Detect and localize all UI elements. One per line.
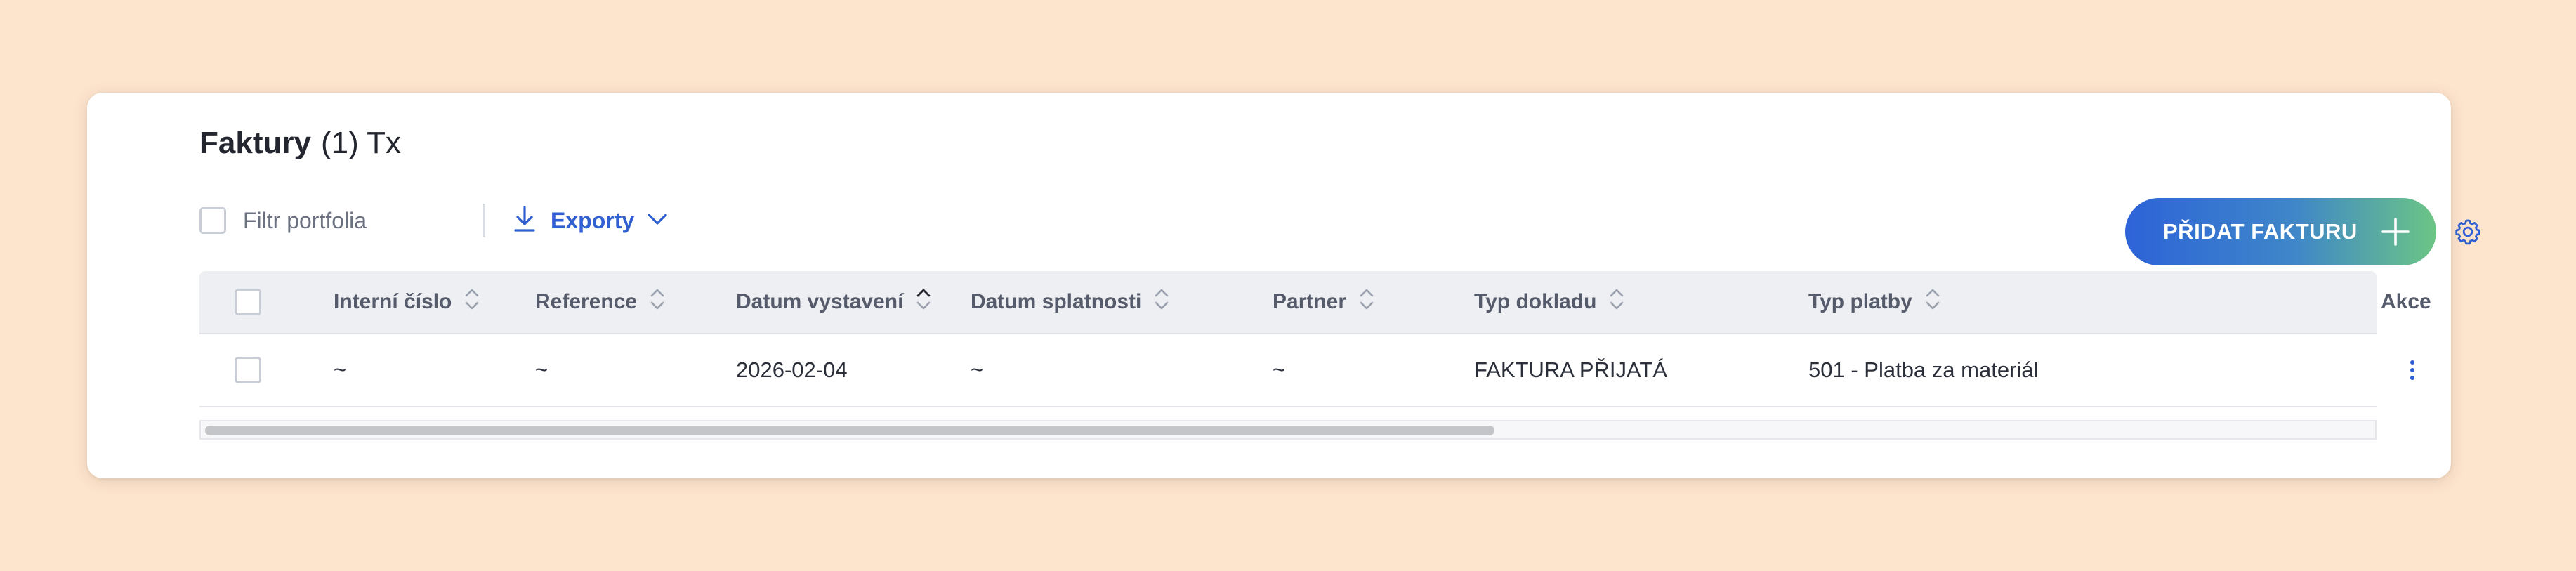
table-row[interactable]: ~ ~ 2026-02-04 ~ ~ FAKTURA PŘIJATÁ 501 -… <box>199 334 2414 407</box>
export-dropdown[interactable]: Exporty <box>513 205 668 237</box>
column-label: Akce <box>2381 290 2431 313</box>
column-label: Datum splatnosti <box>971 290 1142 313</box>
cell-interni-cislo: ~ <box>334 357 347 382</box>
cell-reference: ~ <box>535 357 548 382</box>
toolbar-divider <box>483 204 485 237</box>
column-header-interni-cislo[interactable]: Interní číslo <box>334 271 480 333</box>
sort-icon[interactable] <box>1609 287 1624 317</box>
record-count: (1) Tx <box>320 126 402 160</box>
page-title: Faktury (1) Tx <box>199 128 401 159</box>
toolbar: Filtr portfolia Exporty PŘIDAT FAKTURU <box>199 198 2480 265</box>
gear-icon[interactable] <box>2452 216 2483 251</box>
sort-icon[interactable] <box>1925 287 1940 317</box>
scrollbar-thumb[interactable] <box>205 426 1494 435</box>
sort-icon[interactable] <box>1154 287 1169 317</box>
column-header-akce: Akce <box>2381 271 2431 333</box>
chevron-down-icon <box>647 212 668 230</box>
export-label: Exporty <box>551 208 635 233</box>
add-invoice-label: PŘIDAT FAKTURU <box>2163 219 2358 244</box>
portfolio-filter-checkbox[interactable] <box>199 207 226 234</box>
sort-ascending-icon[interactable] <box>916 287 931 317</box>
column-header-reference[interactable]: Reference <box>535 271 665 333</box>
column-label: Interní číslo <box>334 290 452 313</box>
plus-icon <box>2381 218 2410 251</box>
cell-datum-vystaveni: 2026-02-04 <box>736 357 848 382</box>
horizontal-scrollbar[interactable] <box>199 420 2377 440</box>
select-all-checkbox[interactable] <box>235 289 261 315</box>
row-select-cell <box>235 334 261 406</box>
download-icon <box>513 205 537 237</box>
cell-datum-splatnosti: ~ <box>971 357 984 382</box>
column-label: Partner <box>1273 290 1347 313</box>
column-label: Reference <box>535 290 638 313</box>
cell-typ-dokladu: FAKTURA PŘIJATÁ <box>1474 357 1668 382</box>
portfolio-filter[interactable]: Filtr portfolia <box>199 207 367 234</box>
column-header-datum-vystaveni[interactable]: Datum vystavení <box>736 271 931 333</box>
more-vertical-icon[interactable] <box>2408 334 2417 406</box>
row-checkbox[interactable] <box>235 357 261 383</box>
column-header-typ-platby[interactable]: Typ platby <box>1808 271 1940 333</box>
column-label: Typ dokladu <box>1474 290 1597 313</box>
table-header: Interní číslo Reference Datum vystavení … <box>199 271 2431 334</box>
sort-icon[interactable] <box>464 287 480 317</box>
portfolio-filter-label: Filtr portfolia <box>243 207 367 233</box>
invoices-card: Faktury (1) Tx Filtr portfolia Exporty P… <box>87 93 2480 478</box>
invoices-table: Interní číslo Reference Datum vystavení … <box>199 271 2431 407</box>
column-label: Datum vystavení <box>736 290 904 313</box>
cell-typ-platby: 501 - Platba za materiál <box>1808 357 2039 382</box>
select-all-cell <box>235 271 261 333</box>
column-header-typ-dokladu[interactable]: Typ dokladu <box>1474 271 1624 333</box>
sort-icon[interactable] <box>1359 287 1374 317</box>
sort-icon[interactable] <box>650 287 665 317</box>
cell-partner: ~ <box>1273 357 1286 382</box>
column-header-partner[interactable]: Partner <box>1273 271 1374 333</box>
add-invoice-button[interactable]: PŘIDAT FAKTURU <box>2125 198 2436 265</box>
column-header-datum-splatnosti[interactable]: Datum splatnosti <box>971 271 1169 333</box>
column-label: Typ platby <box>1808 290 1912 313</box>
page-title-text: Faktury <box>199 126 311 160</box>
